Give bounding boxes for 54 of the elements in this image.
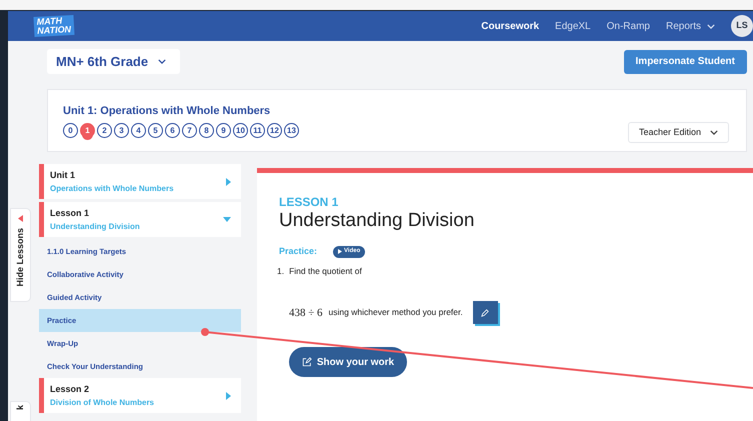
logo-text: NATION bbox=[37, 25, 72, 36]
triangle-left-icon bbox=[18, 215, 23, 222]
chevron-down-icon bbox=[707, 24, 715, 28]
play-icon bbox=[338, 249, 342, 254]
lesson-number-tab[interactable]: 0 bbox=[63, 123, 78, 138]
lesson-number-tab[interactable]: 12 bbox=[267, 123, 282, 138]
lesson-number-tab[interactable]: 3 bbox=[114, 123, 129, 138]
triangle-right-icon bbox=[226, 178, 231, 186]
logo-text: MATH bbox=[36, 16, 62, 27]
lesson-number-tab[interactable]: 6 bbox=[165, 123, 180, 138]
chevron-down-icon bbox=[158, 59, 166, 64]
lesson-number-tab[interactable]: 5 bbox=[148, 123, 163, 138]
user-avatar[interactable]: LS bbox=[731, 15, 753, 37]
lesson-number-tab[interactable]: 9 bbox=[216, 123, 231, 138]
triangle-down-icon bbox=[223, 217, 231, 222]
math-expression: 438 ÷ 6 bbox=[289, 306, 323, 320]
lesson-header[interactable]: Lesson 1 Understanding Division bbox=[39, 202, 241, 237]
lesson-number-tab[interactable]: 2 bbox=[97, 123, 112, 138]
question-text: using whichever method you prefer. bbox=[328, 306, 463, 320]
impersonate-student-button[interactable]: Impersonate Student bbox=[624, 50, 747, 74]
course-select[interactable]: MN+ 6th Grade bbox=[47, 49, 180, 74]
nav-link[interactable]: EdgeXL bbox=[555, 18, 591, 34]
nav-link[interactable]: Coursework bbox=[481, 18, 540, 34]
unit-title: Unit 1: Operations with Whole Numbers bbox=[63, 104, 272, 118]
lesson-header-subtitle: Division of Whole Numbers bbox=[50, 396, 154, 408]
chevron-down-icon bbox=[710, 130, 718, 135]
edition-select[interactable]: Teacher Edition bbox=[628, 122, 729, 143]
nav-link[interactable]: On-Ramp bbox=[606, 18, 650, 34]
hide-lessons-tab[interactable]: Hide Lessons bbox=[10, 208, 31, 302]
lesson-header-label: Lesson 1 bbox=[50, 206, 90, 220]
pencil-icon bbox=[481, 308, 490, 317]
lesson-number-tab[interactable]: 8 bbox=[199, 123, 214, 138]
lesson-title: Understanding Division bbox=[279, 209, 476, 233]
side-tab[interactable]: k bbox=[10, 401, 31, 421]
lesson-number-tab[interactable]: 10 bbox=[233, 123, 248, 138]
nav-link[interactable]: Reports bbox=[666, 18, 715, 34]
lesson-header-subtitle: Understanding Division bbox=[50, 220, 140, 232]
question-text: Find the quotient of bbox=[289, 264, 362, 278]
lesson-header[interactable]: Lesson 2 Division of Whole Numbers bbox=[39, 378, 241, 413]
triangle-right-icon bbox=[226, 392, 231, 400]
lesson-number-tab[interactable]: 7 bbox=[182, 123, 197, 138]
lesson-number-tab[interactable]: 13 bbox=[284, 123, 299, 138]
show-your-work-button[interactable]: Show your work bbox=[289, 347, 407, 378]
lesson-header-subtitle: Operations with Whole Numbers bbox=[50, 182, 174, 194]
lesson-number-tab[interactable]: 4 bbox=[131, 123, 146, 138]
edit-button[interactable] bbox=[472, 301, 498, 324]
logo[interactable]: MATH NATION bbox=[34, 14, 74, 38]
lesson-header-label: Unit 1 bbox=[50, 168, 76, 182]
section-label: Practice: bbox=[279, 245, 318, 258]
lesson-number-tab[interactable]: 11 bbox=[250, 123, 265, 138]
question-number: 1. bbox=[277, 264, 284, 278]
lesson-eyebrow: LESSON 1 bbox=[279, 195, 340, 209]
lesson-header-label: Lesson 2 bbox=[50, 382, 90, 396]
lesson-header[interactable]: Unit 1 Operations with Whole Numbers bbox=[39, 164, 241, 199]
